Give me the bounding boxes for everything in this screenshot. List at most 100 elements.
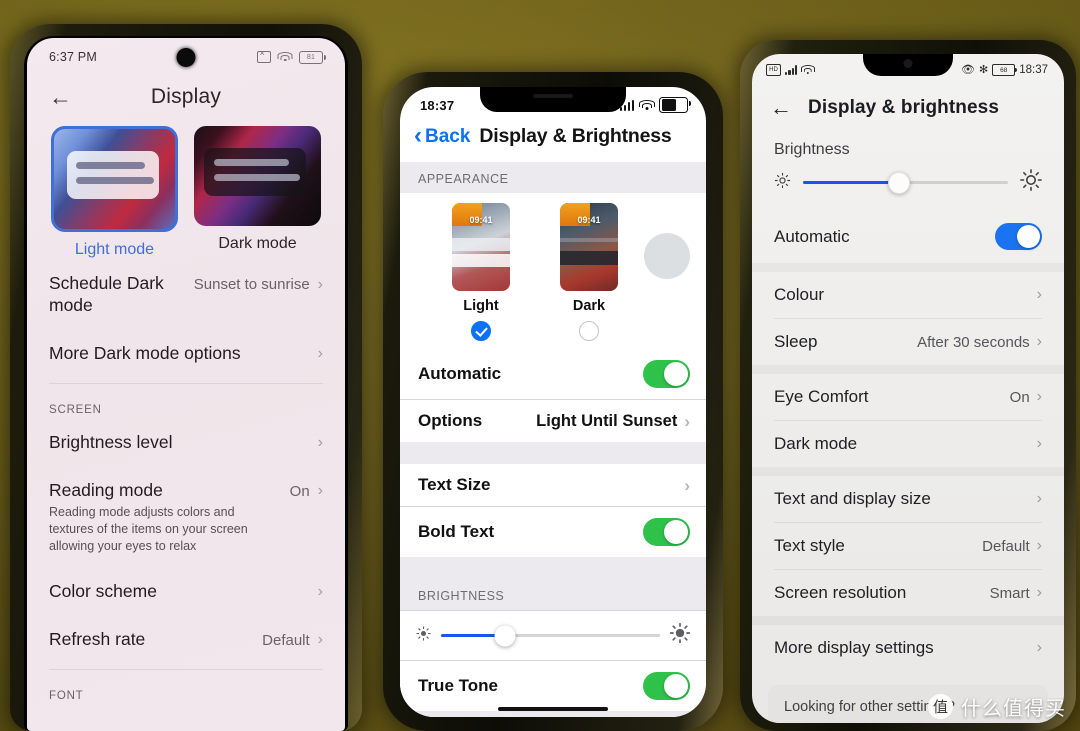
brightness-slider-knob[interactable] xyxy=(888,171,911,194)
section-header-screen: SCREEN xyxy=(49,403,102,416)
row-right: After 30 seconds › xyxy=(917,334,1042,351)
left-phone-xiaomi: 6:37 PM 81 ← Display Light mode xyxy=(10,24,362,731)
list-item-more-dark-mode-options[interactable]: More Dark mode options › xyxy=(49,329,323,377)
chevron-right-icon: › xyxy=(317,433,323,451)
row-eye-comfort[interactable]: Eye Comfort On › xyxy=(752,374,1064,420)
front-camera-punchhole xyxy=(176,48,196,67)
row-sleep[interactable]: Sleep After 30 seconds › xyxy=(752,319,1064,365)
appearance-mode-row: Light mode Dark mode xyxy=(27,126,345,259)
brightness-slider-track[interactable] xyxy=(803,171,1008,194)
row-automatic[interactable]: Automatic xyxy=(400,349,706,399)
back-arrow-icon[interactable]: ← xyxy=(49,85,72,109)
row-text-size[interactable]: Text Size › xyxy=(400,464,706,506)
list-item-right: › xyxy=(318,343,323,362)
emui-status-bar: HD 👁 ✻ 68 18:37 xyxy=(752,54,1064,83)
row-bold-text[interactable]: Bold Text xyxy=(400,506,706,557)
row-more-display-settings[interactable]: More display settings › xyxy=(752,625,1064,671)
appearance-option-dark[interactable]: 09:41 Dark xyxy=(560,203,618,341)
group-gap xyxy=(400,557,706,579)
row-right: › xyxy=(684,477,690,494)
row-automatic[interactable]: Automatic xyxy=(752,210,1064,263)
phone-bezel: HD 👁 ✻ 68 18:37 ← Display & brightness B… xyxy=(752,54,1064,723)
list-item-color-scheme[interactable]: Color scheme › xyxy=(49,567,323,615)
row-right: Light Until Sunset › xyxy=(536,412,690,431)
bold-text-toggle[interactable] xyxy=(643,518,690,546)
wifi-icon xyxy=(800,65,815,75)
status-clock: 18:37 xyxy=(420,97,455,113)
row-text-style[interactable]: Text style Default › xyxy=(752,523,1064,569)
row-label: Eye Comfort xyxy=(774,387,869,406)
watermark: 值 什么值得买 xyxy=(928,692,1066,721)
row-label: Bold Text xyxy=(418,522,495,541)
appearance-option-label: Light xyxy=(463,298,499,314)
list-item-schedule-dark-mode[interactable]: Schedule Dark mode Sunset to sunrise › xyxy=(49,259,323,329)
section-header-font: FONT xyxy=(49,689,84,702)
dark-mode-label: Dark mode xyxy=(218,235,297,252)
miui-header: ← Display xyxy=(27,72,345,126)
section-header-appearance: APPEARANCE xyxy=(400,162,706,193)
list-item-brightness-level[interactable]: Brightness level › xyxy=(49,418,323,466)
list-item-refresh-rate[interactable]: Refresh rate Default › xyxy=(49,615,323,663)
brightness-slider-fill xyxy=(803,181,900,184)
list-item-label: Schedule Dark mode xyxy=(49,273,164,315)
row-value: Default xyxy=(982,537,1030,555)
back-button[interactable]: ‹ Back xyxy=(414,122,470,150)
list-item-reading-mode[interactable]: Reading mode Reading mode adjusts colors… xyxy=(49,466,323,568)
brightness-slider-track[interactable] xyxy=(441,625,660,646)
row-label: True Tone xyxy=(418,676,498,695)
ios-automatic-group: Automatic Options Light Until Sunset › xyxy=(400,349,706,442)
row-right: › xyxy=(1030,287,1042,303)
radio-selected-icon[interactable] xyxy=(471,321,491,341)
radio-unselected-icon[interactable] xyxy=(579,321,599,341)
dark-mode-option[interactable]: Dark mode xyxy=(194,126,321,259)
brightness-slider-row[interactable] xyxy=(752,163,1064,210)
group-divider xyxy=(752,263,1064,272)
appearance-options: 09:41 Light 09:41 Dark xyxy=(400,193,706,349)
list-item-description: Reading mode adjusts colors and textures… xyxy=(49,505,248,554)
row-true-tone[interactable]: True Tone xyxy=(400,660,706,711)
row-right: On › xyxy=(1010,389,1042,406)
light-mode-option[interactable]: Light mode xyxy=(51,126,178,259)
battery-level-text: 81 xyxy=(306,53,316,61)
light-mode-label: Light mode xyxy=(74,241,155,258)
sun-small-icon xyxy=(416,625,431,646)
preview-widget xyxy=(560,238,618,243)
automatic-toggle[interactable] xyxy=(995,223,1042,250)
page-title: Display & Brightness xyxy=(479,125,672,147)
row-options[interactable]: Options Light Until Sunset › xyxy=(400,399,706,442)
miui-screen: 6:37 PM 81 ← Display Light mode xyxy=(27,38,345,731)
chevron-right-icon: › xyxy=(684,411,690,431)
row-dark-mode[interactable]: Dark mode › xyxy=(752,421,1064,467)
light-preview-thumbnail: 09:41 xyxy=(452,203,510,291)
row-screen-resolution[interactable]: Screen resolution Smart › xyxy=(752,570,1064,616)
row-text-and-display-size[interactable]: Text and display size › xyxy=(752,476,1064,522)
brightness-slider-row[interactable] xyxy=(400,610,706,660)
back-arrow-icon[interactable]: ← xyxy=(770,97,792,119)
dark-preview-thumbnail: 09:41 xyxy=(560,203,618,291)
chevron-right-icon: › xyxy=(1036,333,1042,350)
watermark-text: 什么值得买 xyxy=(961,696,1066,720)
list-item-right: Sunset to sunrise › xyxy=(194,273,323,293)
true-tone-toggle[interactable] xyxy=(643,672,690,700)
list-item-right: Default › xyxy=(262,629,323,649)
row-right: › xyxy=(1037,436,1042,452)
group-divider xyxy=(752,467,1064,476)
brightness-slider-knob[interactable] xyxy=(494,625,515,646)
automatic-toggle[interactable] xyxy=(643,360,690,388)
appearance-option-light[interactable]: 09:41 Light xyxy=(452,203,510,341)
chevron-right-icon: › xyxy=(317,631,323,649)
home-indicator xyxy=(498,707,608,711)
chevron-left-icon: ‹ xyxy=(414,122,422,150)
list-item-right: › xyxy=(318,581,323,600)
row-label: Text Size xyxy=(418,475,491,494)
mute-icon xyxy=(257,48,271,63)
ios-status-bar: 18:37 xyxy=(400,87,706,119)
row-colour[interactable]: Colour › xyxy=(752,272,1064,318)
list-item-value: On xyxy=(289,482,310,500)
page-title: Display & brightness xyxy=(808,97,999,118)
list-item-value: Default xyxy=(262,631,310,649)
signal-icon xyxy=(785,65,798,75)
row-label: Text and display size xyxy=(774,489,931,508)
preview-clock: 09:41 xyxy=(469,215,493,225)
dark-mode-thumbnail xyxy=(194,126,321,226)
